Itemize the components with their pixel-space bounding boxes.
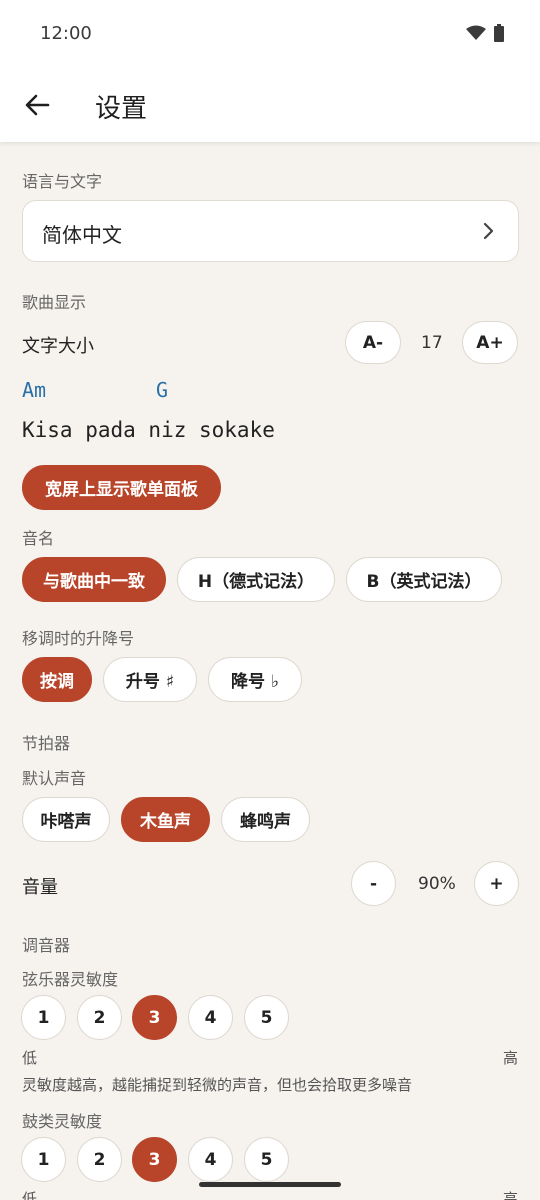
string-level-1[interactable]: 1 [21, 995, 66, 1040]
wide-screen-songlist-button[interactable]: 宽屏上显示歌单面板 [22, 465, 221, 510]
section-note-name: 音名 [22, 529, 55, 548]
sensitivity-high-label: 高 [503, 1049, 519, 1067]
transpose-option-flat[interactable]: 降号 ♭ [208, 657, 302, 702]
note-name-option-german[interactable]: H（德式记法） [177, 557, 335, 602]
drum-sensitivity-high-label: 高 [503, 1190, 519, 1200]
lyric-preview: Kisa pada niz sokake [22, 418, 275, 442]
sound-option-beep[interactable]: 蜂鸣声 [221, 797, 310, 842]
status-icons [466, 24, 504, 42]
drum-level-3[interactable]: 3 [132, 1137, 177, 1182]
section-language: 语言与文字 [22, 172, 103, 191]
string-level-3[interactable]: 3 [132, 995, 177, 1040]
string-level-4[interactable]: 4 [188, 995, 233, 1040]
string-level-5[interactable]: 5 [244, 995, 289, 1040]
wifi-icon [466, 25, 486, 40]
language-selector[interactable]: 简体中文 [22, 200, 519, 262]
sensitivity-low-label: 低 [22, 1049, 38, 1067]
note-name-option-english[interactable]: B（英式记法） [346, 557, 502, 602]
drum-sensitivity-label: 鼓类灵敏度 [22, 1112, 103, 1131]
section-metronome: 节拍器 [22, 734, 71, 753]
increase-font-button[interactable]: A+ [462, 321, 518, 364]
section-transpose: 移调时的升降号 [22, 629, 135, 648]
chord-am: Am [22, 378, 47, 402]
font-size-label: 文字大小 [22, 336, 94, 357]
drum-level-5[interactable]: 5 [244, 1137, 289, 1182]
volume-decrease-button[interactable]: - [351, 861, 396, 906]
status-bar: 12:00 [0, 0, 540, 68]
home-indicator[interactable] [199, 1182, 341, 1187]
note-name-option-song[interactable]: 与歌曲中一致 [22, 557, 166, 602]
chord-g: G [156, 378, 169, 402]
transpose-option-key[interactable]: 按调 [22, 657, 92, 702]
transpose-option-sharp[interactable]: 升号 ♯ [103, 657, 197, 702]
back-button[interactable] [18, 86, 56, 124]
drum-sensitivity-low-label: 低 [22, 1190, 38, 1200]
section-tuner: 调音器 [22, 936, 71, 955]
arrow-left-icon [25, 94, 50, 116]
battery-icon [494, 24, 504, 42]
volume-increase-button[interactable]: + [474, 861, 519, 906]
decrease-font-button[interactable]: A- [345, 321, 401, 364]
drum-level-1[interactable]: 1 [21, 1137, 66, 1182]
sensitivity-hint: 灵敏度越高，越能捕捉到轻微的声音，但也会拾取更多噪音 [22, 1076, 413, 1094]
sound-option-click[interactable]: 咔嗒声 [22, 797, 110, 842]
drum-level-2[interactable]: 2 [77, 1137, 122, 1182]
string-sensitivity-label: 弦乐器灵敏度 [22, 970, 119, 989]
volume-value: 90% [418, 874, 456, 894]
chevron-right-icon [483, 222, 494, 240]
string-level-2[interactable]: 2 [77, 995, 122, 1040]
volume-label: 音量 [22, 877, 58, 898]
app-bar: 设置 [0, 68, 540, 142]
page-title: 设置 [95, 94, 148, 124]
drum-level-4[interactable]: 4 [188, 1137, 233, 1182]
font-size-value: 17 [421, 333, 443, 353]
language-value: 简体中文 [42, 223, 122, 247]
section-song-display: 歌曲显示 [22, 293, 87, 312]
default-sound-label: 默认声音 [22, 769, 87, 788]
status-time: 12:00 [40, 23, 92, 44]
sound-option-woodblock[interactable]: 木鱼声 [121, 797, 210, 842]
